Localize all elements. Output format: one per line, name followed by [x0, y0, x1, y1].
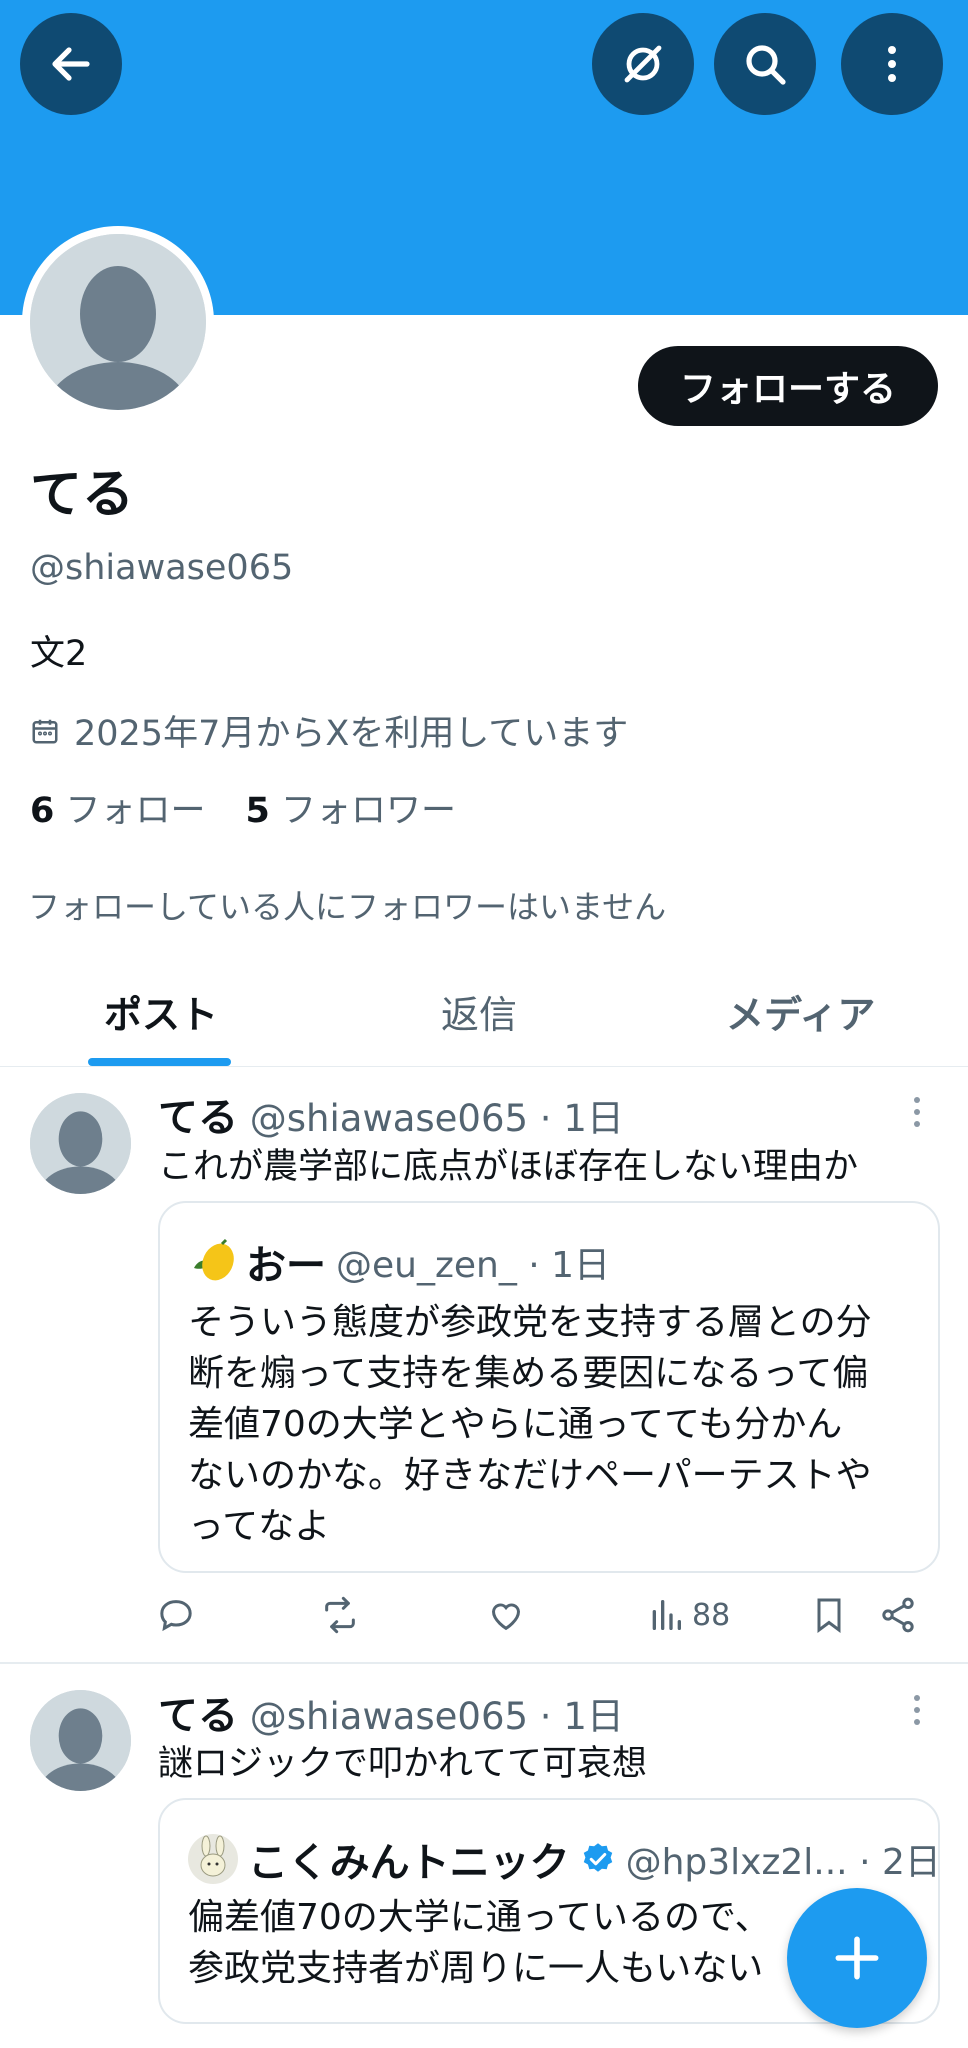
post-meta: @shiawase065 · 1日: [249, 1695, 624, 1738]
search-icon: [746, 45, 786, 85]
post-avatar[interactable]: [30, 1690, 131, 1791]
following-link[interactable]: 6 フォロー: [30, 782, 206, 833]
post-author[interactable]: てる: [158, 1095, 238, 1141]
search-button[interactable]: [714, 13, 816, 115]
quote-header: おー @eu_zen_ · 1日: [188, 1233, 610, 1291]
like-button[interactable]: [486, 1595, 526, 1635]
profile-bio: 文2: [30, 634, 88, 674]
tab-media[interactable]: メディア: [726, 984, 875, 1039]
quote-meta: @hp3lxz2l... · 2日: [625, 1842, 940, 1883]
quote-line: ないのかな。好きなだけペーパーテストや: [188, 1455, 872, 1496]
views-icon: [652, 1600, 681, 1630]
post-actions: 88: [0, 1595, 968, 1645]
bookmark-button[interactable]: [809, 1595, 849, 1635]
profile-name: てる: [30, 465, 135, 525]
quote-line: そういう態度が参政党を支持する層との分: [188, 1302, 872, 1343]
quoted-post[interactable]: おー @eu_zen_ · 1日 そういう態度が参政党を支持する層との分 断を煽…: [158, 1201, 940, 1573]
quote-author: こくみんトニック: [248, 1840, 570, 1886]
repost-icon: [325, 1596, 355, 1634]
views-button[interactable]: 88: [646, 1595, 730, 1635]
post-header: てる @shiawase065 · 1日: [158, 1085, 624, 1143]
reply-button[interactable]: [156, 1595, 196, 1635]
reply-icon: [160, 1600, 192, 1632]
following-label: フォロー: [65, 791, 206, 831]
share-button[interactable]: [878, 1595, 918, 1635]
post-author[interactable]: てる: [158, 1693, 238, 1739]
share-icon: [882, 1597, 914, 1633]
rabbit-avatar-icon: [188, 1834, 238, 1884]
more-vertical-icon: [888, 46, 896, 82]
followers-count: 5: [245, 791, 270, 831]
views-count: 88: [692, 1597, 731, 1633]
profile-handle: @shiawase065: [30, 548, 294, 588]
grok-icon: [624, 45, 662, 83]
joined-text: 2025年7月からXを利用しています: [74, 714, 629, 754]
quote-line: ってなよ: [188, 1506, 331, 1547]
quote-author: おー: [246, 1243, 326, 1289]
default-avatar-icon: [30, 1690, 131, 1791]
bookmark-icon: [817, 1598, 841, 1633]
quote-body: そういう態度が参政党を支持する層との分 断を煽って支持を集める要因になるって偏 …: [188, 1297, 918, 1552]
lemon-avatar-icon: [194, 1238, 234, 1281]
default-avatar-icon: [30, 1093, 131, 1194]
post-text: これが農学部に底点がほぼ存在しない理由か: [158, 1147, 859, 1187]
calendar-icon: [32, 719, 58, 743]
verified-badge-icon: [583, 1843, 612, 1872]
follow-button[interactable]: フォローする: [638, 346, 938, 426]
following-count: 6: [30, 791, 55, 831]
joined-date: 2025年7月からXを利用しています: [30, 705, 628, 756]
profile-tabs: ポスト 返信 メディア: [0, 960, 968, 1067]
quote-meta: @eu_zen_ · 1日: [336, 1245, 611, 1286]
heart-icon: [491, 1603, 521, 1631]
followers-label: フォロワー: [281, 791, 457, 831]
post-more-icon[interactable]: [912, 1095, 922, 1129]
mutual-followers-note: フォローしている人にフォロワーはいません: [28, 888, 667, 926]
post-text: 謎ロジックで叩かれてて可哀想: [158, 1744, 647, 1784]
active-tab-indicator: [88, 1058, 231, 1066]
follow-counts: 6 フォロー 5 フォロワー: [30, 782, 456, 833]
compose-post-button[interactable]: [787, 1888, 927, 2028]
default-avatar-icon: [30, 234, 206, 410]
more-button[interactable]: [841, 13, 943, 115]
post-header: てる @shiawase065 · 1日: [158, 1683, 624, 1741]
profile-avatar[interactable]: [22, 226, 214, 418]
plus-icon: [835, 1936, 879, 1980]
quote-line: 断を煽って支持を集める要因になるって偏: [188, 1353, 869, 1394]
repost-button[interactable]: [320, 1595, 360, 1635]
tab-replies[interactable]: 返信: [441, 984, 517, 1039]
back-arrow-icon: [52, 47, 90, 81]
followers-link[interactable]: 5 フォロワー: [246, 782, 457, 833]
quote-header: こくみんトニック @hp3lxz2l... · 2日: [188, 1830, 940, 1888]
quote-line: 差値70の大学とやらに通ってても分かん: [188, 1404, 843, 1445]
post-avatar[interactable]: [30, 1093, 131, 1194]
grok-button[interactable]: [592, 13, 694, 115]
post-meta: @shiawase065 · 1日: [249, 1097, 624, 1140]
post-divider: [0, 1662, 968, 1664]
back-button[interactable]: [20, 13, 122, 115]
post-more-icon[interactable]: [912, 1693, 922, 1727]
tab-posts[interactable]: ポスト: [104, 984, 218, 1039]
